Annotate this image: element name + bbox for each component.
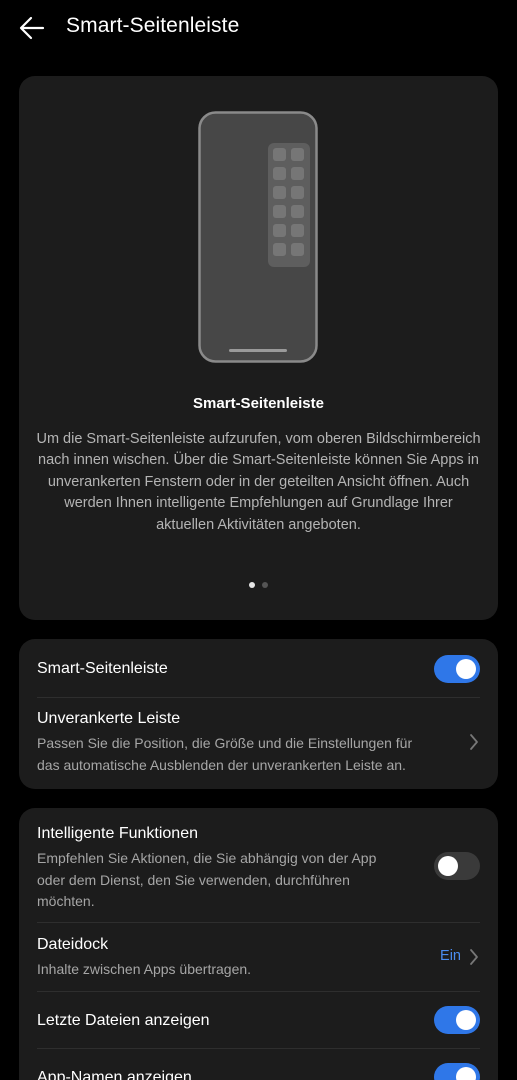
page-title: Smart-Seitenleiste xyxy=(66,14,240,37)
intro-description: Um die Smart-Seitenleiste aufzurufen, vo… xyxy=(36,431,481,533)
chevron-right-icon xyxy=(470,734,478,750)
smart-sidebar-label: Smart-Seitenleiste xyxy=(37,660,168,677)
top-bar: Smart-Seitenleiste xyxy=(0,0,517,56)
phone-sidebar-illustration xyxy=(198,111,318,363)
smart-functions-label: Intelligente Funktionen xyxy=(37,825,198,842)
app-names-toggle[interactable] xyxy=(434,1063,480,1080)
floating-bar-label: Unverankerte Leiste xyxy=(37,710,181,727)
chevron-right-icon xyxy=(470,949,478,965)
smart-functions-toggle[interactable] xyxy=(434,852,480,880)
recent-files-row[interactable]: Letzte Dateien anzeigen xyxy=(19,992,498,1048)
smart-sidebar-row[interactable]: Smart-Seitenleiste xyxy=(19,639,498,697)
file-dock-description: Inhalte zwischen Apps übertragen. xyxy=(37,961,252,977)
app-names-row[interactable]: App-Namen anzeigen xyxy=(19,1049,498,1080)
page-indicator xyxy=(19,582,498,588)
recent-files-label: Letzte Dateien anzeigen xyxy=(37,1012,210,1029)
smart-functions-group: Intelligente Funktionen Empfehlen Sie Ak… xyxy=(19,808,498,1080)
page-dot-active xyxy=(249,582,255,588)
file-dock-row[interactable]: Dateidock Inhalte zwischen Apps übertrag… xyxy=(19,923,498,991)
intro-card: Smart-Seitenleiste Um die Smart-Seitenle… xyxy=(19,76,498,620)
recent-files-toggle[interactable] xyxy=(434,1006,480,1034)
arrow-left-icon xyxy=(19,16,45,40)
smart-sidebar-toggle[interactable] xyxy=(434,655,480,683)
sidebar-settings-group: Smart-Seitenleiste Unverankerte Leiste P… xyxy=(19,639,498,789)
app-names-label: App-Namen anzeigen xyxy=(37,1069,192,1080)
smart-functions-description: Empfehlen Sie Aktionen, die Sie abhängig… xyxy=(37,850,377,909)
back-button[interactable] xyxy=(14,10,50,46)
settings-page: Smart-Seitenleiste Smart-Seitenleiste Um… xyxy=(0,0,517,1080)
file-dock-value: Ein xyxy=(440,948,461,964)
floating-bar-row[interactable]: Unverankerte Leiste Passen Sie die Posit… xyxy=(19,698,498,789)
floating-bar-description: Passen Sie die Position, die Größe und d… xyxy=(37,735,413,773)
intro-title: Smart-Seitenleiste xyxy=(193,395,324,412)
file-dock-label: Dateidock xyxy=(37,936,109,953)
smart-functions-row[interactable]: Intelligente Funktionen Empfehlen Sie Ak… xyxy=(19,808,498,922)
page-dot xyxy=(262,582,268,588)
